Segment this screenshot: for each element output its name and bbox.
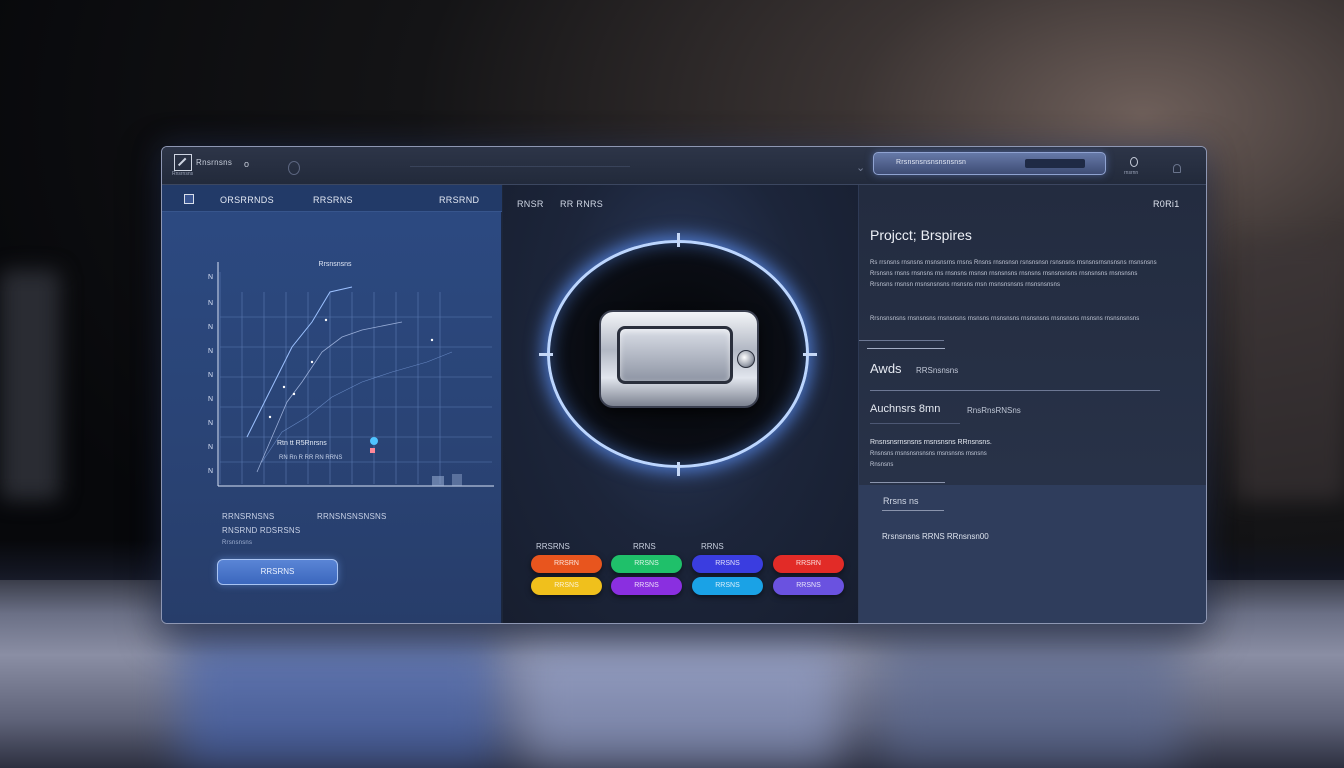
caption-1: RRNSRNSNS (222, 512, 275, 521)
line-chart: N N N N N N N N N Rrsnsnsns Rtn tt R5Rnr… (208, 261, 494, 487)
svg-text:N: N (208, 420, 213, 427)
color-pill-yellow[interactable]: RRSNS (531, 577, 602, 595)
lower-details: Rrsnsnsns RRNS RRnsnsn00 (882, 532, 989, 541)
chart-legend-2: RN Rn R RR RN RRNS (279, 455, 342, 461)
divider-4 (870, 482, 945, 483)
background-bokeh-right (1235, 240, 1344, 500)
device-screen (617, 326, 733, 384)
user-label: rnsrnn (1124, 170, 1139, 176)
divider-3 (870, 423, 960, 424)
pill-group-label-1: RRSRNS (536, 542, 570, 551)
device-panel: RNSR RR RNRS RRSRNS RRNS RRNS RRSRN RRSN… (503, 185, 859, 623)
device-icon[interactable] (599, 310, 759, 408)
search-text: Rrsnsnsnsnsnsnsnsn (896, 159, 967, 166)
tab-rnsr[interactable]: RNSR (517, 199, 544, 209)
app-title: Rnsrnsns (196, 158, 233, 167)
details-paragraph-4: Rrsnsnsnsns rnsnsnsns rnsnsnsns rnsnsns … (870, 316, 1140, 322)
app-window: Rnsrnsns Rnsrnsns o ⌄ Rrsnsnsnsnsnsnsnsn… (161, 146, 1207, 624)
section-heading-auch-sub: RnsRnsRNSns (967, 406, 1021, 415)
details-panel: R0Ri1 Projcct; Brspires Rs rrsnsns rnsns… (859, 185, 1206, 623)
detail-line-1: Rnsnsnsrnsnsns rnsnsnsns RRnsnsns. (870, 439, 992, 446)
tab-rr-rnrs[interactable]: RR RNRS (560, 199, 603, 209)
caption-2: RRNSNSNSNSNS (317, 512, 387, 521)
chart-title: Rrsnsnsns (318, 261, 352, 268)
details-paragraph-3: Rrsnsns rnsnsn rnsnsnsnsns rnsnsns rnsn … (870, 282, 1061, 288)
details-title: Projcct; Brspires (870, 227, 972, 243)
analytics-panel: ORSRRNDS RRSRNS RRSRND N N N N N N N N N… (162, 185, 502, 623)
pill-group-label-3: RRNS (701, 542, 724, 551)
svg-text:N: N (208, 274, 213, 281)
color-pill-cyan[interactable]: RRSNS (692, 577, 763, 595)
ring-tick-right (803, 353, 817, 356)
primary-action-button[interactable]: RRSRNS (217, 559, 338, 585)
tab-rrsrnd[interactable]: RRSRND (439, 195, 479, 205)
series-line-1 (246, 286, 353, 438)
title-divider (410, 166, 630, 167)
search-bar[interactable]: Rrsnsnsnsnsnsnsnsn (873, 152, 1106, 175)
floor-reflection-blue (180, 628, 500, 768)
user-icon[interactable]: rnsrnn (1124, 156, 1144, 178)
lower-heading: Rrsns ns (883, 496, 919, 506)
app-logo-caption: Rnsrnsns (172, 171, 194, 177)
legend-swatch (370, 448, 375, 453)
color-pill-purple[interactable]: RRSNS (611, 577, 682, 595)
color-pill-red[interactable]: RRSRN (773, 555, 844, 573)
svg-text:N: N (208, 444, 213, 451)
divider-1b (867, 348, 945, 349)
caption-3: RNSRND RDSRSNS (222, 526, 301, 535)
section-heading-awds: Awds (870, 361, 902, 376)
svg-text:N: N (208, 300, 213, 307)
section-heading-auch: Auchnsrs 8mn (870, 403, 941, 415)
svg-text:N: N (208, 396, 213, 403)
y-axis-ticks: N N N N N N N N N (208, 274, 213, 475)
svg-text:N: N (208, 468, 213, 475)
pill-group-label-2: RRNS (633, 542, 656, 551)
device-knob-icon (737, 350, 755, 368)
search-progress (1025, 159, 1085, 168)
analytics-header: ORSRRNDS RRSRNS RRSRND (162, 185, 502, 212)
chevron-down-icon[interactable]: ⌄ (856, 161, 865, 174)
tab-orsrrnds[interactable]: ORSRRNDS (220, 195, 274, 205)
legend-dot (370, 437, 378, 445)
details-id: R0Ri1 (1153, 199, 1180, 209)
background-bokeh-left (0, 270, 60, 500)
tab-rrsrns[interactable]: RRSRNS (313, 195, 353, 205)
title-bar: Rnsrnsns Rnsrnsns o ⌄ Rrsnsnsnsnsnsnsnsn… (162, 147, 1206, 185)
svg-text:N: N (208, 348, 213, 355)
status-indicator: o (244, 159, 250, 169)
ring-tick-left (539, 353, 553, 356)
floor-reflection-right (880, 628, 1180, 768)
svg-text:N: N (208, 372, 213, 379)
panel-icon[interactable] (184, 194, 194, 204)
color-pill-green[interactable]: RRSNS (611, 555, 682, 573)
section-heading-awds-sub: RRSnsnsns (916, 366, 959, 375)
app-logo-icon (174, 154, 192, 171)
svg-text:N: N (208, 324, 213, 331)
drop-icon[interactable] (288, 161, 300, 175)
caption-4: Rrsnsnsns (222, 540, 253, 546)
divider-1 (859, 340, 944, 341)
details-paragraph-1: Rs rrsnsns rnsnsns rnsnsnsrns rnsns Rnsn… (870, 260, 1157, 266)
divider-5 (882, 510, 944, 511)
series-line-2 (256, 321, 403, 473)
details-paragraph-2: Rrsnsns rnsns rnsnsns rns rnsnsns rnsnsn… (870, 271, 1138, 277)
color-pill-blue[interactable]: RRSNS (692, 555, 763, 573)
divider-2 (870, 390, 1160, 391)
detail-line-3: Rnsnsns (870, 462, 894, 468)
ring-tick-top (677, 233, 680, 247)
color-pill-violet[interactable]: RRSNS (773, 577, 844, 595)
bell-icon[interactable] (1173, 164, 1181, 173)
floor-reflection-center (520, 628, 840, 768)
chart-legend-1: Rtn tt R5Rnrsns (277, 440, 327, 447)
detail-line-2: Rnsnsns rnsnsnsnsnsns rnsnsnsns rnsnsns (870, 451, 987, 457)
color-pill-orange[interactable]: RRSRN (531, 555, 602, 573)
user-head-icon (1130, 157, 1138, 167)
ring-tick-bottom (677, 462, 680, 476)
